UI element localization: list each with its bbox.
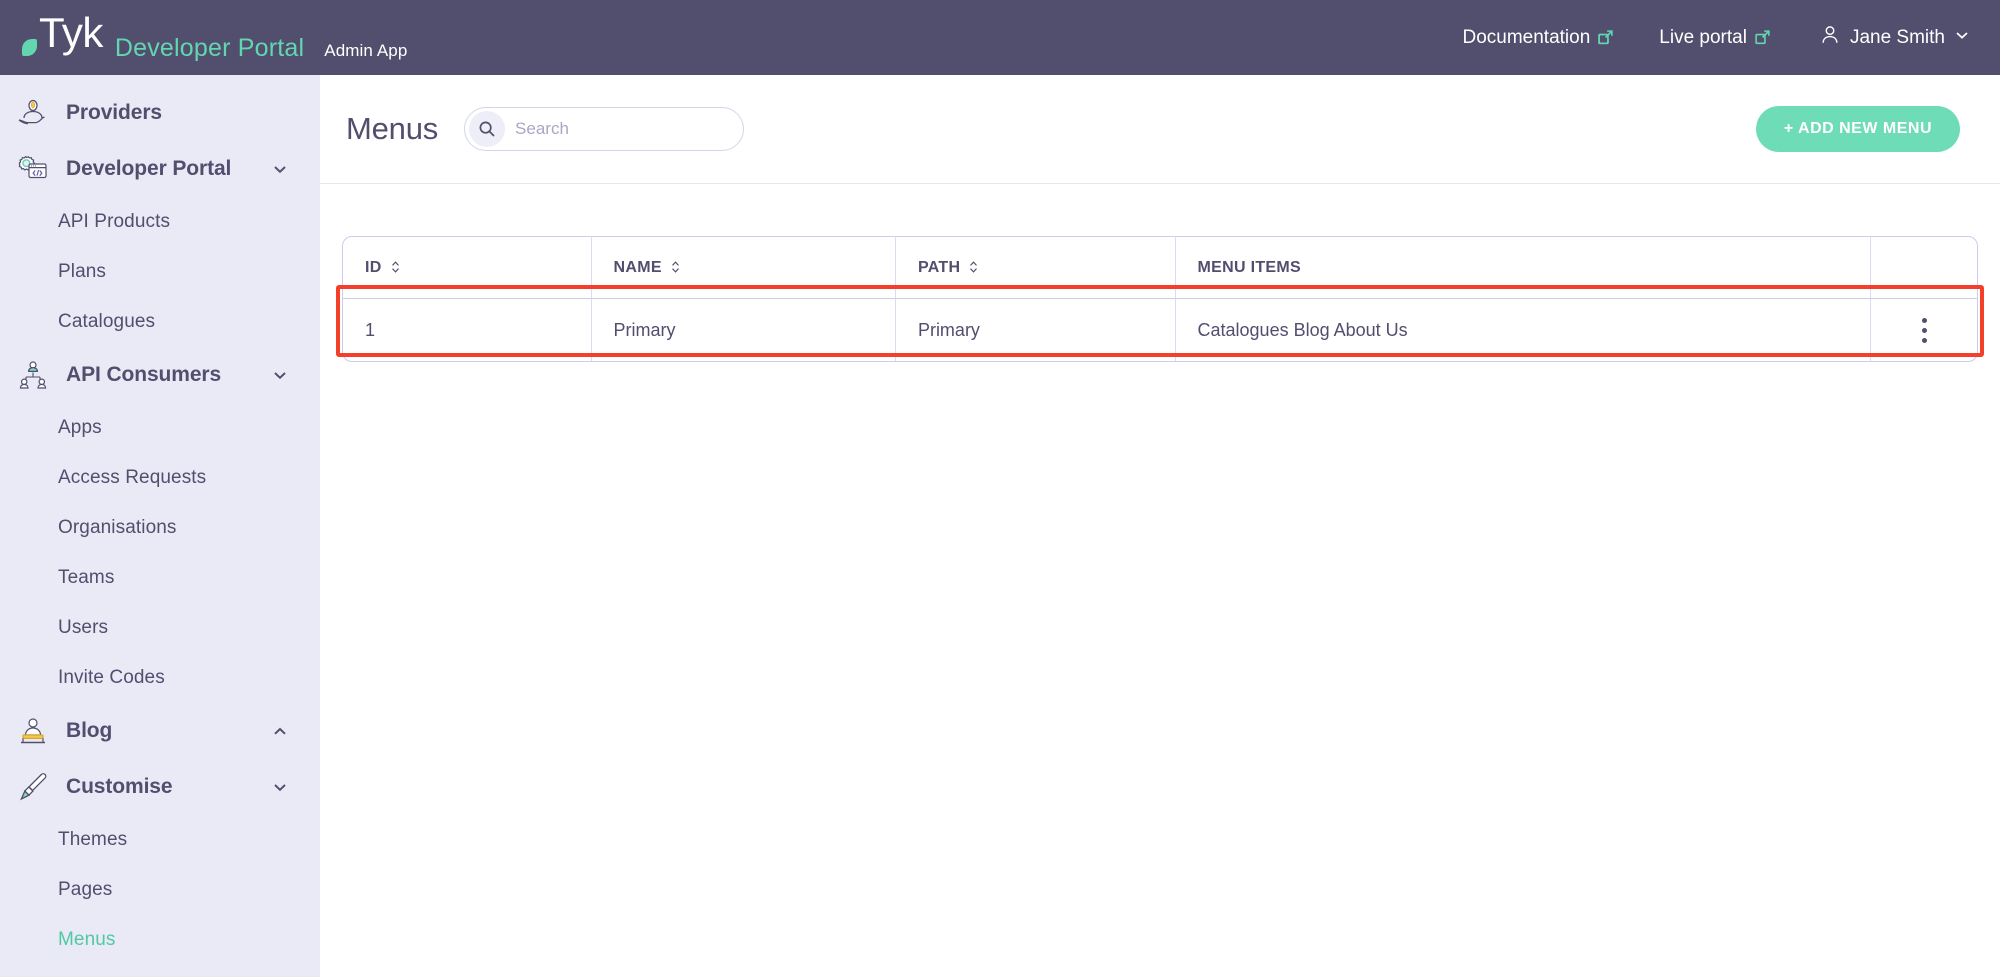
sidebar-navigation: Providers Developer Portal API Products … — [0, 75, 320, 977]
sidebar-section-label: Developer Portal — [66, 157, 231, 181]
sidebar-section-developer-portal[interactable]: Developer Portal — [0, 141, 320, 197]
external-link-icon — [1597, 29, 1614, 46]
external-link-icon — [1754, 29, 1771, 46]
person-icon — [1819, 24, 1841, 52]
header-actions: Documentation Live portal — [1417, 24, 1970, 52]
sort-updown-icon — [968, 260, 980, 276]
logo-wordmark: Tyk — [39, 12, 103, 54]
sidebar-item-pages[interactable]: Pages — [0, 865, 320, 915]
table-row[interactable]: 1 Primary Primary Catalogues Blog About … — [343, 299, 1977, 361]
tyk-leaf-logo-icon — [22, 39, 37, 56]
sort-updown-icon — [390, 260, 402, 276]
column-header-label: ID — [365, 259, 382, 277]
sidebar-item-themes[interactable]: Themes — [0, 815, 320, 865]
product-name: Developer Portal — [115, 34, 304, 63]
hand-holding-user-icon — [14, 94, 52, 132]
users-group-icon — [14, 356, 52, 394]
chevron-down-icon — [1954, 27, 1970, 49]
documentation-link-label: Documentation — [1462, 27, 1590, 49]
kebab-menu-icon[interactable] — [1871, 318, 1977, 343]
column-header-name[interactable]: NAME — [592, 237, 896, 299]
sidebar-section-label: Customise — [66, 775, 172, 799]
cell-path: Primary — [896, 299, 1176, 361]
chevron-up-icon[interactable] — [272, 723, 288, 739]
cell-id: 1 — [343, 299, 592, 361]
column-header-label: PATH — [918, 259, 960, 277]
column-header-menu-items: MENU ITEMS — [1176, 237, 1872, 299]
chevron-down-icon[interactable] — [272, 779, 288, 795]
sidebar-item-users[interactable]: Users — [0, 603, 320, 653]
add-new-menu-button[interactable]: + ADD NEW MENU — [1756, 106, 1960, 152]
sidebar-item-teams[interactable]: Teams — [0, 553, 320, 603]
sidebar-item-apps[interactable]: Apps — [0, 403, 320, 453]
app-label: Admin App — [324, 41, 407, 61]
paintbrush-icon — [14, 768, 52, 806]
live-portal-link-label: Live portal — [1659, 27, 1747, 49]
live-portal-link[interactable]: Live portal — [1659, 27, 1771, 49]
table-container: ID NAME — [320, 184, 2000, 362]
sidebar-item-api-products[interactable]: API Products — [0, 197, 320, 247]
column-header-label: MENU ITEMS — [1198, 259, 1301, 277]
column-header-label: NAME — [614, 259, 662, 277]
column-header-id[interactable]: ID — [343, 237, 592, 299]
chevron-down-icon[interactable] — [272, 367, 288, 383]
page-header: Menus + ADD NEW MENU — [320, 75, 2000, 184]
sort-updown-icon — [670, 260, 682, 276]
user-menu[interactable]: Jane Smith — [1819, 24, 1970, 52]
sidebar-item-plans[interactable]: Plans — [0, 247, 320, 297]
main-content: Menus + ADD NEW MENU ID — [320, 75, 2000, 977]
sidebar-section-providers[interactable]: Providers — [0, 85, 320, 141]
table-body: 1 Primary Primary Catalogues Blog About … — [343, 299, 1977, 361]
table-header: ID NAME — [343, 237, 1977, 299]
sidebar-section-label: Providers — [66, 101, 162, 125]
sidebar-item-invite-codes[interactable]: Invite Codes — [0, 653, 320, 703]
search-icon — [469, 111, 505, 147]
sidebar-item-catalogues[interactable]: Catalogues — [0, 297, 320, 347]
sidebar-section-label: Blog — [66, 719, 112, 743]
search-box[interactable] — [464, 107, 744, 151]
search-input[interactable] — [515, 119, 715, 139]
sidebar-item-access-requests[interactable]: Access Requests — [0, 453, 320, 503]
menus-table: ID NAME — [342, 236, 1978, 362]
chevron-down-icon[interactable] — [272, 161, 288, 177]
page-title: Menus — [346, 111, 438, 147]
sidebar-section-label: API Consumers — [66, 363, 221, 387]
documentation-link[interactable]: Documentation — [1462, 27, 1614, 49]
user-name: Jane Smith — [1850, 27, 1945, 49]
table-header-row: ID NAME — [343, 237, 1977, 299]
sidebar-section-customise[interactable]: Customise — [0, 759, 320, 815]
sidebar-section-blog[interactable]: Blog — [0, 703, 320, 759]
person-at-desk-icon — [14, 712, 52, 750]
brand-block: Tyk Developer Portal Admin App — [22, 12, 407, 63]
cell-name: Primary — [592, 299, 896, 361]
cell-actions — [1871, 299, 1977, 361]
column-header-actions — [1871, 237, 1977, 299]
gear-code-window-icon — [14, 150, 52, 188]
sidebar-section-api-consumers[interactable]: API Consumers — [0, 347, 320, 403]
sidebar-item-menus[interactable]: Menus — [0, 915, 320, 965]
sidebar-item-organisations[interactable]: Organisations — [0, 503, 320, 553]
top-header-bar: Tyk Developer Portal Admin App Documenta… — [0, 0, 2000, 75]
cell-menu-items: Catalogues Blog About Us — [1176, 299, 1872, 361]
column-header-path[interactable]: PATH — [896, 237, 1176, 299]
tyk-logo[interactable]: Tyk — [22, 12, 103, 54]
